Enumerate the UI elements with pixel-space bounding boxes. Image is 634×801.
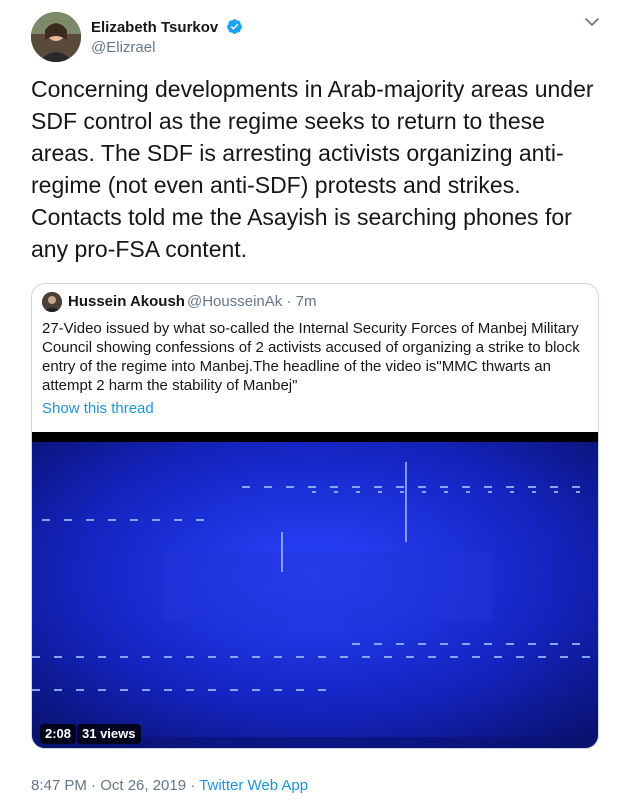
quoted-author-name[interactable]: Hussein Akoush bbox=[68, 293, 185, 310]
tweet-text: Concerning developments in Arab-majority… bbox=[31, 76, 594, 262]
show-thread-link[interactable]: Show this thread bbox=[42, 400, 154, 417]
quoted-tweet-text: 27-Video issued by what so-called the In… bbox=[42, 320, 580, 394]
tweet-meta: 8:47 PM · Oct 26, 2019 · Twitter Web App bbox=[31, 777, 308, 794]
video-duration-badge: 2:08 bbox=[40, 724, 77, 744]
quoted-tweet[interactable]: Hussein Akoush @HousseinAk · 7m 27-Video… bbox=[31, 283, 599, 749]
author-handle[interactable]: @Elizrael bbox=[91, 39, 155, 56]
quoted-author-handle[interactable]: @HousseinAk · 7m bbox=[187, 293, 316, 310]
tweet: Elizabeth Tsurkov @Elizrael Concerning d… bbox=[0, 0, 634, 801]
video-frame bbox=[32, 432, 598, 748]
verified-badge-icon bbox=[227, 19, 243, 34]
tweet-source-link[interactable]: Twitter Web App bbox=[199, 777, 308, 794]
author-name[interactable]: Elizabeth Tsurkov bbox=[91, 18, 243, 36]
video-player[interactable]: 2:08 31 views bbox=[32, 432, 598, 748]
author-name-text: Elizabeth Tsurkov bbox=[91, 19, 219, 36]
tweet-timestamp[interactable]: 8:47 PM · Oct 26, 2019 · bbox=[31, 777, 199, 794]
tweet-menu-button[interactable] bbox=[582, 12, 602, 32]
video-views-badge: 31 views bbox=[77, 724, 141, 744]
quoted-author-avatar[interactable] bbox=[42, 292, 62, 312]
author-avatar[interactable] bbox=[31, 12, 81, 62]
chevron-down-icon bbox=[585, 18, 599, 26]
